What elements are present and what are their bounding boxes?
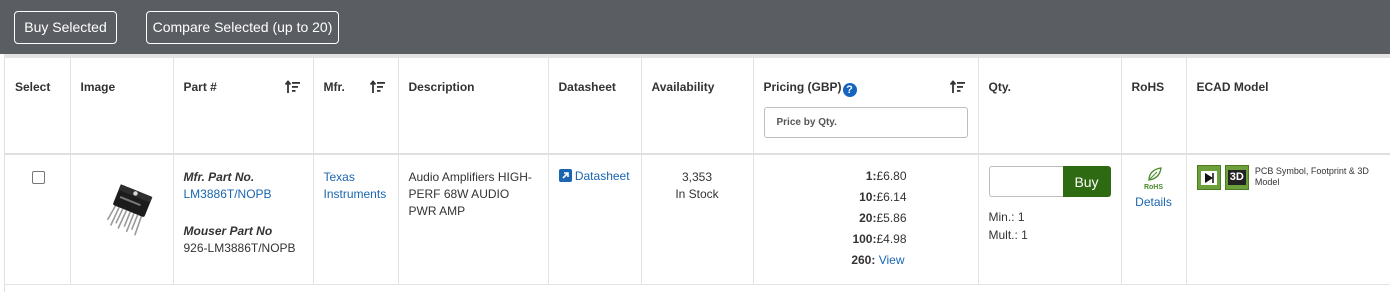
col-header-pricing: Pricing (GBP)? bbox=[753, 58, 979, 155]
datasheet-label: Datasheet bbox=[574, 169, 630, 183]
col-header-image: Image bbox=[70, 58, 174, 155]
cell-part-number: Mfr. Part No. LM3886T/NOPB Mouser Part N… bbox=[173, 154, 314, 285]
col-header-select: Select bbox=[5, 58, 71, 155]
price-break: 10:£6.14 bbox=[764, 187, 968, 208]
col-availability-label: Availability bbox=[651, 80, 715, 94]
price-break-qty: 1: bbox=[865, 169, 877, 183]
stock-status: In Stock bbox=[675, 187, 719, 201]
buy-selected-button[interactable]: Buy Selected bbox=[14, 11, 117, 44]
col-image-label: Image bbox=[80, 80, 116, 94]
col-header-ecad: ECAD Model bbox=[1186, 58, 1390, 155]
rohs-details-link[interactable]: Details bbox=[1132, 195, 1176, 209]
col-header-qty: Qty. bbox=[978, 58, 1122, 155]
cell-ecad: 3D PCB Symbol, Footprint & 3D Model bbox=[1186, 154, 1390, 285]
view-more-prices-link[interactable]: View bbox=[879, 253, 905, 267]
product-description: Audio Amplifiers HIGH-PERF 68W AUDIO PWR… bbox=[408, 170, 532, 218]
manufacturer-line2: Instruments bbox=[323, 187, 387, 201]
mouser-part-number: 926-LM3886T/NOPB bbox=[183, 241, 296, 255]
col-datasheet-label: Datasheet bbox=[558, 80, 616, 94]
mfr-part-link[interactable]: LM3886T/NOPB bbox=[184, 187, 272, 201]
price-break-value: £6.14 bbox=[876, 190, 907, 204]
col-header-rohs: RoHS bbox=[1121, 58, 1187, 155]
cell-pricing: 1:£6.80 10:£6.14 20:£5.86 100:£4.98 260:… bbox=[753, 154, 979, 285]
rohs-badge: RoHS bbox=[1143, 184, 1164, 191]
col-header-part: Part # bbox=[173, 58, 314, 155]
cell-image bbox=[70, 154, 174, 285]
manufacturer-link[interactable]: Texas Instruments bbox=[324, 169, 388, 203]
rohs-leaf-icon bbox=[1147, 167, 1162, 181]
cell-quantity: Buy Min.: 1 Mult.: 1 bbox=[978, 154, 1122, 285]
results-table-container: Select Image Part # Mfr. Description Dat… bbox=[4, 54, 1390, 292]
manufacturer-line1: Texas bbox=[323, 170, 355, 184]
results-table: Select Image Part # Mfr. Description Dat… bbox=[5, 58, 1390, 285]
buy-button[interactable]: Buy bbox=[1062, 166, 1111, 197]
price-break-value: £6.80 bbox=[876, 169, 907, 183]
external-link-icon bbox=[558, 169, 572, 182]
compare-selected-button[interactable]: Compare Selected (up to 20) bbox=[146, 11, 339, 44]
col-qty-label: Qty. bbox=[988, 80, 1011, 94]
price-break: 1:£6.80 bbox=[764, 166, 968, 187]
price-break-qty: 260: bbox=[851, 253, 876, 267]
price-break-value: £5.86 bbox=[876, 211, 907, 225]
col-part-label: Part # bbox=[183, 80, 217, 94]
col-description-label: Description bbox=[408, 80, 475, 94]
mouser-part-label: Mouser Part No bbox=[183, 224, 273, 238]
sort-icon[interactable] bbox=[369, 79, 386, 95]
mult-quantity: Mult.: 1 bbox=[988, 228, 1028, 242]
col-header-availability: Availability bbox=[641, 58, 754, 155]
col-ecad-label: ECAD Model bbox=[1196, 80, 1269, 94]
stock-quantity: 3,353 bbox=[681, 170, 713, 184]
ecad-model-text: PCB Symbol, Footprint & 3D Model bbox=[1254, 166, 1369, 187]
price-break-value: £4.98 bbox=[876, 232, 907, 246]
sort-icon[interactable] bbox=[284, 79, 301, 95]
cell-manufacturer: Texas Instruments bbox=[313, 154, 399, 285]
cell-rohs: RoHS Details bbox=[1121, 154, 1187, 285]
col-rohs-label: RoHS bbox=[1131, 80, 1165, 94]
price-break-qty: 20: bbox=[859, 211, 877, 225]
datasheet-link[interactable]: Datasheet bbox=[558, 169, 630, 183]
sort-icon[interactable] bbox=[949, 79, 966, 95]
table-row: Mfr. Part No. LM3886T/NOPB Mouser Part N… bbox=[5, 154, 1390, 285]
quantity-input[interactable] bbox=[988, 166, 1063, 197]
price-by-qty-input[interactable] bbox=[763, 107, 968, 138]
ecad-model-link[interactable]: 3D PCB Symbol, Footprint & 3D Model bbox=[1196, 165, 1381, 190]
mfr-part-label: Mfr. Part No. bbox=[183, 170, 255, 184]
3d-model-badge: 3D bbox=[1227, 170, 1246, 185]
help-icon[interactable]: ? bbox=[842, 83, 857, 97]
price-break-qty: 100: bbox=[852, 232, 877, 246]
col-pricing-label: Pricing (GBP) bbox=[763, 80, 842, 94]
pcb-symbol-icon bbox=[1196, 165, 1221, 190]
col-header-description: Description bbox=[398, 58, 549, 155]
cell-select bbox=[5, 154, 71, 285]
price-break-qty: 10: bbox=[859, 190, 877, 204]
cell-availability: 3,353 In Stock bbox=[641, 154, 754, 285]
action-toolbar: Buy Selected Compare Selected (up to 20) bbox=[0, 0, 1390, 54]
header-row: Select Image Part # Mfr. Description Dat… bbox=[5, 58, 1390, 155]
row-select-checkbox[interactable] bbox=[32, 171, 45, 184]
price-break-more: 260: View bbox=[764, 250, 968, 271]
col-mfr-label: Mfr. bbox=[323, 80, 345, 94]
price-break: 20:£5.86 bbox=[764, 208, 968, 229]
price-break: 100:£4.98 bbox=[764, 229, 968, 250]
product-image[interactable] bbox=[97, 181, 159, 243]
cell-datasheet: Datasheet bbox=[548, 154, 642, 285]
col-select-label: Select bbox=[15, 80, 51, 94]
3d-model-icon: 3D bbox=[1224, 165, 1249, 190]
col-header-mfr: Mfr. bbox=[313, 58, 399, 155]
cell-description: Audio Amplifiers HIGH-PERF 68W AUDIO PWR… bbox=[398, 154, 549, 285]
min-quantity: Min.: 1 bbox=[988, 210, 1025, 224]
col-header-datasheet: Datasheet bbox=[548, 58, 642, 155]
